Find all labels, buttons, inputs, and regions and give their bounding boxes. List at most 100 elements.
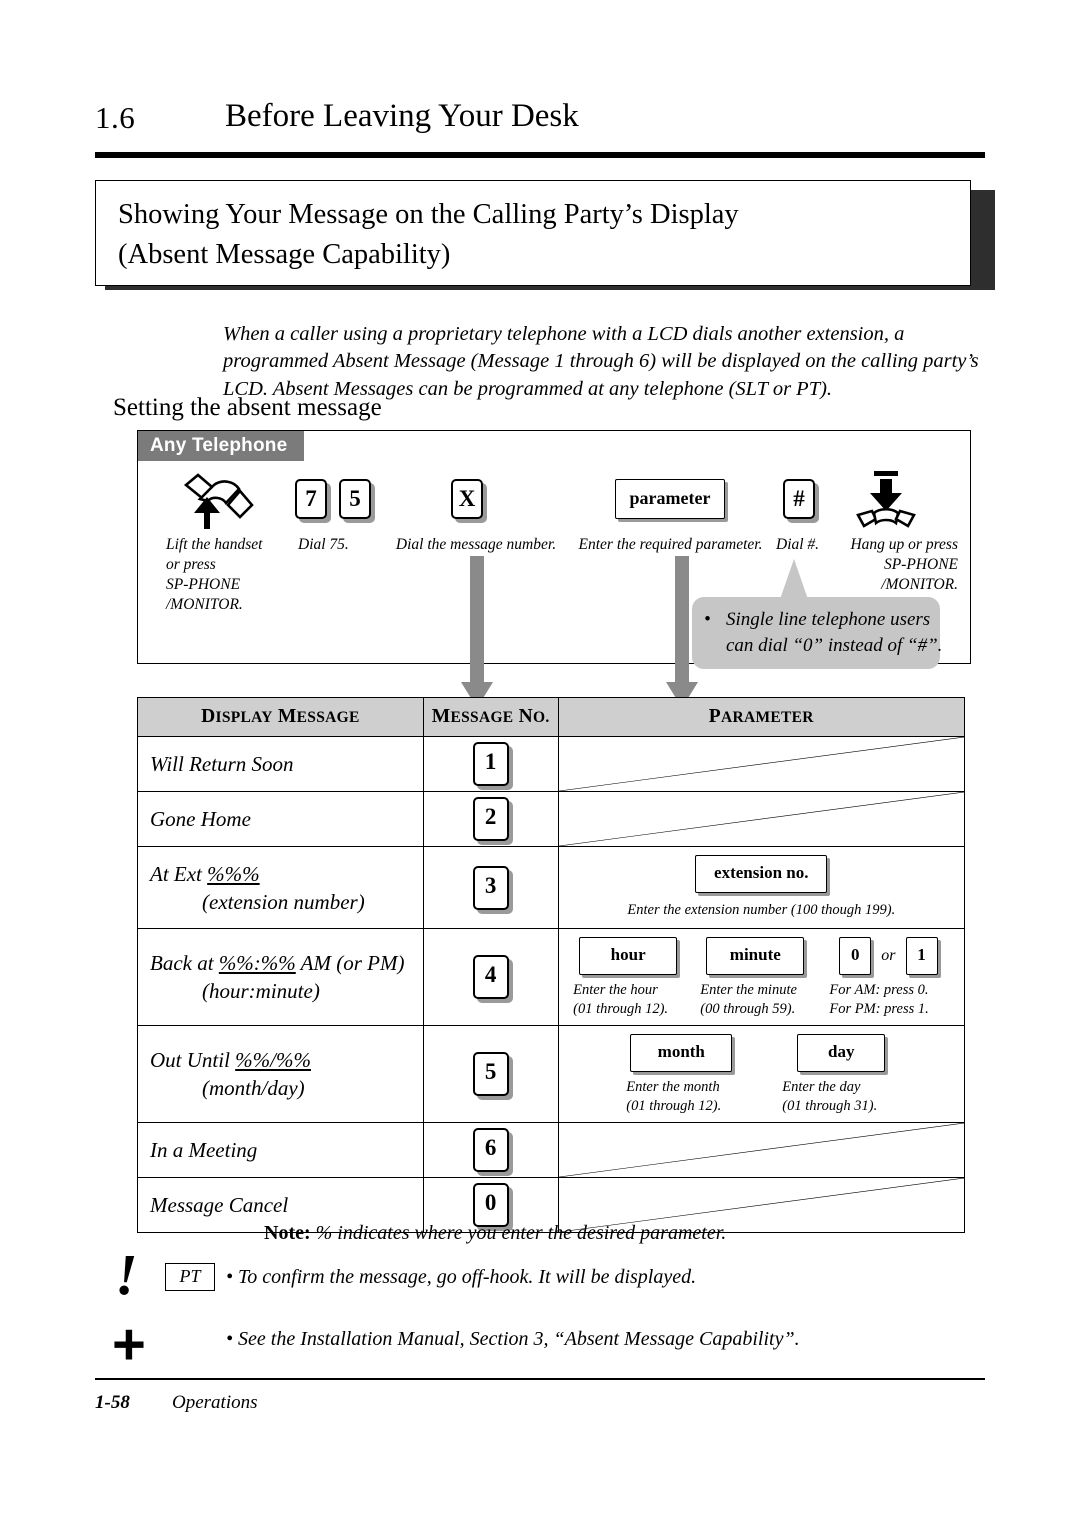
lift-handset-icon [178, 473, 256, 536]
section-title: Before Leaving Your Desk [225, 98, 579, 134]
parameter-caption: Enter the day (01 through 31). [782, 1079, 878, 1114]
parameter-placeholder: %%:%% [218, 951, 296, 975]
column-header-parameter-label: PARAMETER [708, 706, 814, 727]
parameter-field-month: month Enter the month (01 through 12). [616, 1034, 746, 1116]
display-message-text: Out Until %%/%% (month/day) [138, 1038, 423, 1110]
cell-parameter-empty [557, 791, 966, 847]
message-no-key[interactable]: 3 [472, 865, 509, 910]
section-number: 1.6 [95, 100, 136, 135]
table-row: In a Meeting 6 [137, 1122, 966, 1178]
display-message-text: At Ext %%% (extension number) [138, 852, 423, 924]
parameter-box-0[interactable]: 0 [839, 937, 872, 975]
parameter-field-hour: hour Enter the hour (01 through 12). [569, 937, 687, 1019]
display-message-main: At Ext %%% [150, 861, 260, 886]
parameter-fields: hour Enter the hour (01 through 12). min… [559, 929, 964, 1025]
display-message-sub: (month/day) [202, 1076, 305, 1100]
display-message-main: Out Until %%/%% [150, 1048, 311, 1072]
parameter-fields: extension no. Enter the extension number… [559, 847, 964, 928]
key-7[interactable]: 7 [295, 479, 327, 519]
message-no-key[interactable]: 4 [472, 955, 509, 999]
parameter-field-ampm: 0 or 1 For AM: press 0. For PM: press 1. [823, 937, 953, 1019]
parameter-box-extension-no[interactable]: extension no. [695, 855, 828, 893]
empty-cell-diagonal [559, 1123, 964, 1177]
display-message-text: Back at %%:%% AM (or PM) (hour:minute) [138, 941, 423, 1013]
key-hash[interactable]: # [783, 479, 815, 519]
message-no-key[interactable]: 1 [472, 742, 509, 786]
cell-display-message: At Ext %%% (extension number) [137, 846, 424, 929]
display-message-text: Message Cancel [150, 1193, 289, 1217]
table-row: Will Return Soon 1 [137, 736, 966, 792]
step-3-caption: Dial the message number. [395, 536, 557, 553]
key-parameter[interactable]: parameter [615, 479, 725, 519]
empty-cell-diagonal [559, 737, 964, 791]
parameter-box-minute[interactable]: minute [706, 937, 805, 975]
table-row: Gone Home 2 [137, 791, 966, 847]
key-x[interactable]: X [451, 479, 483, 519]
column-header-display-message-label: DISPLAY MESSAGE [201, 706, 360, 727]
message-no-key[interactable]: 5 [472, 1052, 509, 1096]
parameter-placeholder: %%/%% [235, 1048, 311, 1072]
document-page: 1.6 Before Leaving Your Desk Showing You… [0, 0, 1080, 1528]
cell-parameter: hour Enter the hour (01 through 12). min… [557, 928, 966, 1026]
cell-message-no: 6 [422, 1122, 559, 1178]
key-5[interactable]: 5 [339, 479, 371, 519]
empty-cell-diagonal [559, 792, 964, 846]
footer-rule [95, 1378, 985, 1380]
footer-page-number: 1-58 [95, 1392, 130, 1413]
reference-icon: + [112, 1312, 146, 1377]
parameter-placeholder: %%% [207, 861, 260, 886]
cell-message-no: 5 [422, 1025, 559, 1123]
step-4-caption: Enter the required parameter. [578, 536, 763, 553]
step-1-caption: Lift the handset or press SP-PHONE/MONITOR… [166, 536, 263, 613]
table-row: At Ext %%% (extension number) 3 extensio… [137, 846, 966, 929]
header-rule [95, 152, 985, 158]
display-message-text: In a Meeting [150, 1138, 258, 1162]
running-head: 1.6 Before Leaving Your Desk [95, 98, 985, 152]
parameter-caption: Enter the minute (00 through 59). [700, 982, 797, 1017]
step-6-caption: Hang up or press SP-PHONE/MONITOR. [850, 536, 958, 593]
display-message-sub: (hour:minute) [202, 979, 320, 1003]
display-message-text: Gone Home [150, 807, 251, 831]
cell-display-message: Back at %%:%% AM (or PM) (hour:minute) [137, 928, 424, 1026]
message-no-key[interactable]: 6 [472, 1128, 509, 1172]
callout-line1: Single line telephone users [726, 609, 931, 630]
flow-arrow-shaft-message [470, 556, 484, 682]
table-row: Out Until %%/%% (month/day) 5 month Ente… [137, 1025, 966, 1123]
feature-box: Showing Your Message on the Calling Part… [95, 180, 971, 286]
footer-section-label: Operations [172, 1392, 258, 1413]
parameter-box-hour[interactable]: hour [579, 937, 678, 975]
operation-panel: Any Telephone Lift the handset or press SP… [137, 430, 971, 669]
parameter-fields: month Enter the month (01 through 12). d… [559, 1026, 964, 1122]
flow-arrow-shaft-parameter [675, 556, 689, 682]
cell-parameter-empty [557, 1122, 966, 1178]
column-header-parameter: PARAMETER [557, 697, 966, 737]
cell-display-message: In a Meeting [137, 1122, 424, 1178]
note-label: Note: [264, 1222, 311, 1244]
parameter-field-day: day Enter the day (01 through 31). [776, 1034, 906, 1116]
parameter-box-1[interactable]: 1 [905, 937, 938, 975]
message-no-key[interactable]: 0 [472, 1183, 509, 1227]
column-header-message-no-label: MESSAGE NO. [431, 706, 550, 727]
parameter-box-month[interactable]: month [630, 1034, 733, 1072]
warning-icon: ! [115, 1242, 138, 1307]
column-header-message-no: MESSAGE NO. [422, 697, 559, 737]
cell-parameter-empty [557, 736, 966, 792]
note-bullet-1: • To confirm the message, go off-hook. I… [226, 1266, 697, 1288]
intro-paragraph: When a caller using a proprietary teleph… [223, 322, 979, 400]
pt-badge: PT [165, 1263, 215, 1291]
cell-message-no: 3 [422, 846, 559, 929]
cell-message-no: 4 [422, 928, 559, 1026]
parameter-box-day[interactable]: day [797, 1034, 886, 1072]
note-text: % indicates where you enter the desired … [315, 1222, 727, 1244]
table-note: Note: % indicates where you enter the de… [264, 1222, 726, 1245]
display-message-text: Will Return Soon [150, 752, 294, 776]
message-no-key[interactable]: 2 [472, 797, 509, 841]
display-message-main: Back at %%:%% AM (or PM) [150, 951, 405, 975]
callout-bullet: • [704, 609, 711, 630]
cell-display-message: Will Return Soon [137, 736, 424, 792]
table-header-row: DISPLAY MESSAGE MESSAGE NO. PARAMETER [137, 697, 966, 737]
cell-message-no: 2 [422, 791, 559, 847]
parameter-field-minute: minute Enter the minute (00 through 59). [696, 937, 814, 1019]
absent-message-table: DISPLAY MESSAGE MESSAGE NO. PARAMETER Wi… [137, 697, 966, 1233]
callout-bubble: • Single line telephone users can dial “… [692, 597, 942, 669]
